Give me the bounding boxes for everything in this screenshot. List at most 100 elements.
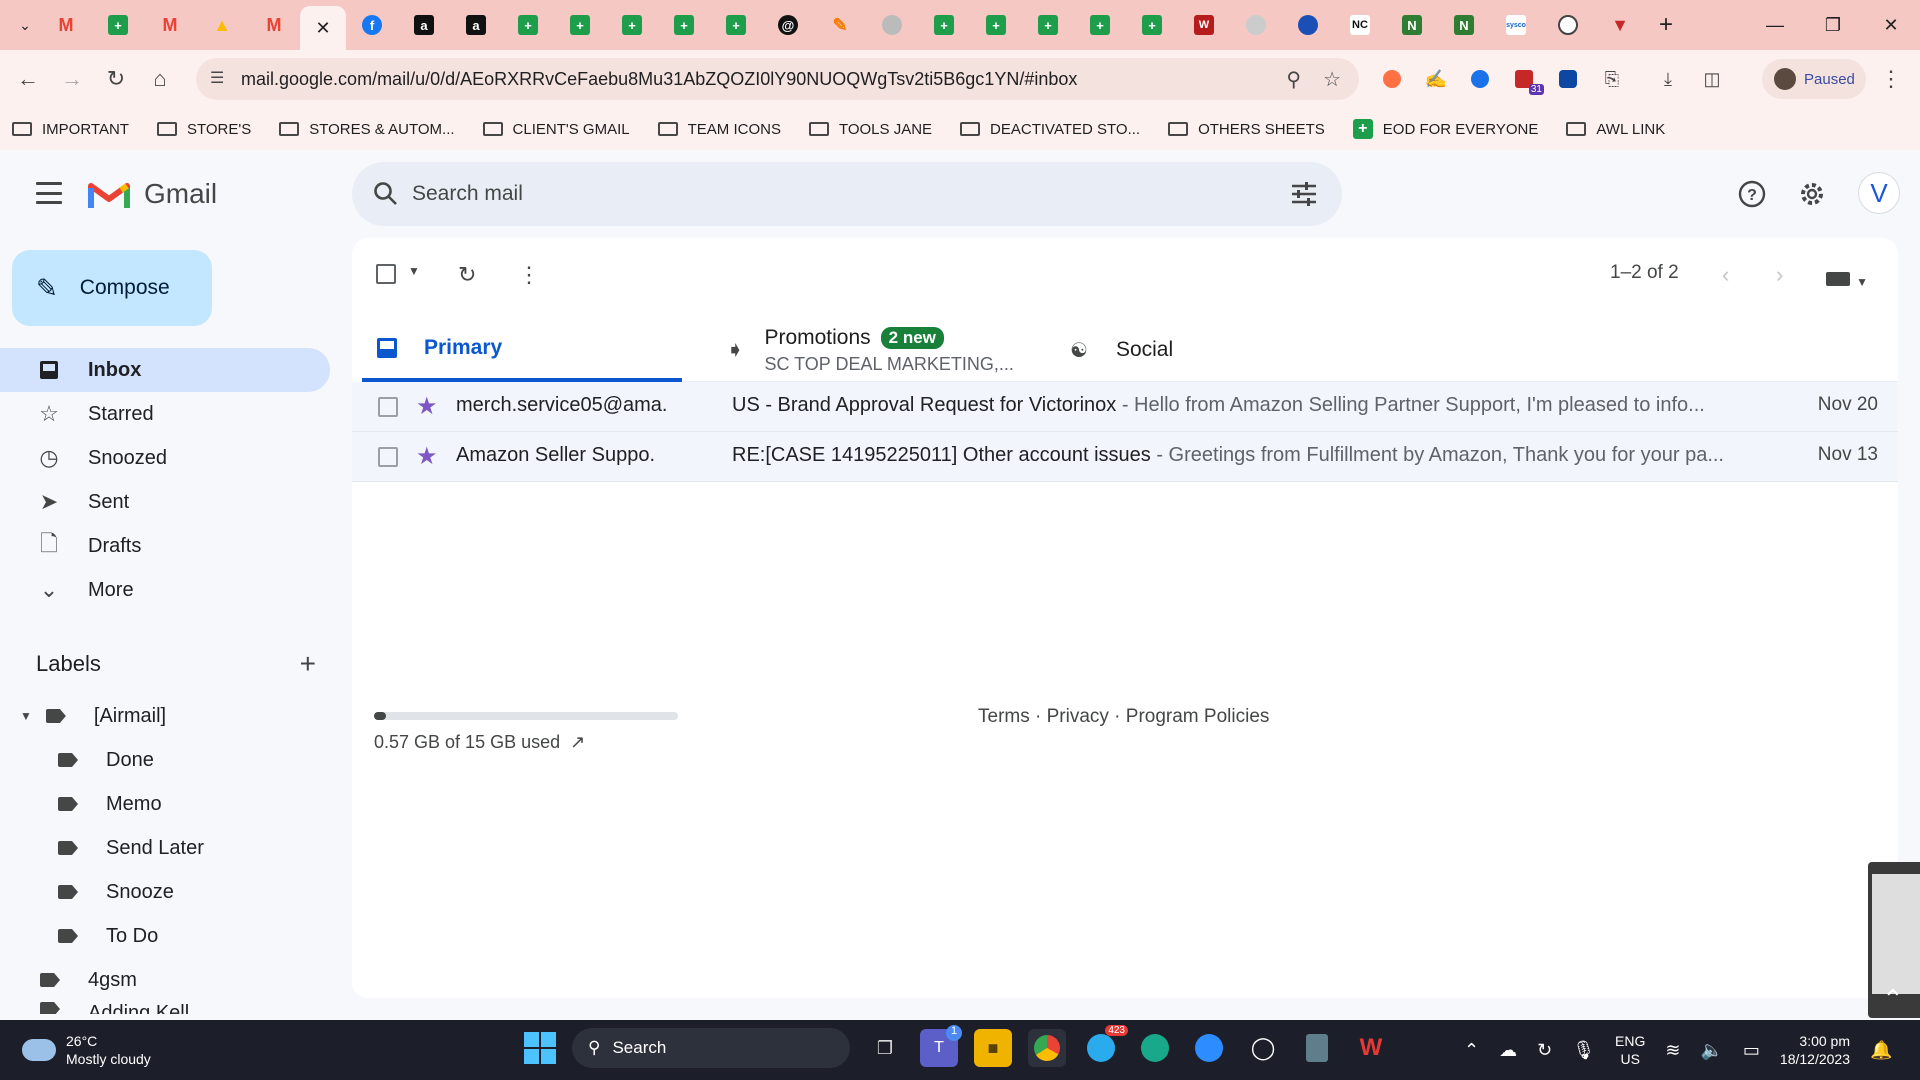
- task-view-icon[interactable]: ❐: [866, 1029, 904, 1067]
- tab-sheets-3[interactable]: +: [554, 0, 606, 50]
- email-row[interactable]: ★ merch.service05@ama. US - Brand Approv…: [352, 382, 1898, 432]
- tab-gmail-3[interactable]: M: [248, 0, 300, 50]
- tab-site-4[interactable]: N: [1438, 0, 1490, 50]
- bookmark-folder[interactable]: TEAM ICONS: [657, 121, 781, 138]
- row-checkbox[interactable]: [378, 397, 398, 417]
- extension-color-icon[interactable]: [1376, 63, 1408, 95]
- maps-pin-icon[interactable]: ◯: [1244, 1029, 1282, 1067]
- tab-primary[interactable]: Primary: [362, 318, 682, 382]
- tab-amazon-1[interactable]: a: [398, 0, 450, 50]
- tab-social[interactable]: ☯ Social: [1070, 318, 1370, 382]
- settings-gear-icon[interactable]: [1794, 176, 1830, 212]
- tab-threads[interactable]: @: [762, 0, 814, 50]
- account-avatar[interactable]: V: [1858, 172, 1900, 214]
- tab-drive[interactable]: ▲: [196, 0, 248, 50]
- profile-paused-button[interactable]: Paused: [1762, 59, 1866, 99]
- search-options-icon[interactable]: [1290, 180, 1318, 213]
- tab-gmail-active[interactable]: ✕: [300, 6, 346, 50]
- tab-amazon-2[interactable]: a: [450, 0, 502, 50]
- notifications-bell-icon[interactable]: 🔔: [1870, 1040, 1892, 1061]
- tab-gmail-2[interactable]: M: [144, 0, 196, 50]
- floating-thumbnail[interactable]: ⌃: [1868, 862, 1920, 1018]
- bookmark-star-icon[interactable]: ☆: [1323, 67, 1341, 92]
- new-tab-button[interactable]: +: [1646, 5, 1686, 45]
- tab-tool-1[interactable]: ✎: [814, 0, 866, 50]
- address-bar[interactable]: ☰ mail.google.com/mail/u/0/d/AEoRXRRvCeF…: [196, 58, 1359, 100]
- maximize-button[interactable]: ❐: [1804, 0, 1862, 50]
- label-item[interactable]: Snooze: [0, 870, 330, 914]
- nav-item-sent[interactable]: ➤ Sent: [0, 480, 330, 524]
- tab-facebook[interactable]: f: [346, 0, 398, 50]
- side-panel-icon[interactable]: ◫: [1696, 63, 1728, 95]
- search-icon[interactable]: [370, 178, 402, 210]
- home-button[interactable]: ⌂: [138, 57, 182, 101]
- tab-sysco[interactable]: sysco: [1490, 0, 1542, 50]
- tab-site-5[interactable]: [1542, 0, 1594, 50]
- extension-calendar-icon[interactable]: 31: [1508, 63, 1544, 95]
- url-text[interactable]: mail.google.com/mail/u/0/d/AEoRXRRvCeFae…: [241, 69, 1077, 90]
- bookmark-link[interactable]: + EOD FOR EVERYONE: [1352, 119, 1538, 139]
- microphone-icon[interactable]: 🎙: [1572, 1040, 1595, 1061]
- main-menu-icon[interactable]: [36, 182, 62, 204]
- label-item[interactable]: 4gsm: [0, 958, 330, 1002]
- tab-sheets-7[interactable]: +: [918, 0, 970, 50]
- back-button[interactable]: ←: [6, 57, 50, 101]
- tab-promotions[interactable]: ➧ Promotions 2 new SC TOP DEAL MARKETING…: [726, 318, 1026, 382]
- wifi-icon[interactable]: ≋: [1665, 1040, 1680, 1061]
- gmail-logo[interactable]: Gmail: [88, 178, 217, 210]
- tab-site-1[interactable]: [1230, 0, 1282, 50]
- label-item[interactable]: Adding Kell...: [0, 1002, 330, 1014]
- sync-icon[interactable]: ↻: [1537, 1040, 1552, 1061]
- bookmark-folder[interactable]: IMPORTANT: [12, 121, 129, 138]
- expand-up-icon[interactable]: ⌃: [1882, 984, 1904, 1015]
- close-icon[interactable]: ✕: [315, 18, 330, 39]
- extension-signature-icon[interactable]: ✍: [1420, 63, 1452, 95]
- label-item[interactable]: To Do: [0, 914, 330, 958]
- reload-button[interactable]: ↻: [94, 57, 138, 101]
- zoom-icon[interactable]: ⚲: [1286, 67, 1301, 92]
- chrome-icon[interactable]: [1028, 1029, 1066, 1067]
- speaker-muted-icon[interactable]: 🔈: [1700, 1040, 1722, 1061]
- open-external-icon[interactable]: ↗: [570, 732, 585, 753]
- tab-site-3[interactable]: N: [1386, 0, 1438, 50]
- tab-sheets-11[interactable]: +: [1126, 0, 1178, 50]
- select-dropdown-icon[interactable]: ▼: [408, 264, 420, 278]
- tab-sheets-1[interactable]: +: [92, 0, 144, 50]
- row-checkbox[interactable]: [378, 447, 398, 467]
- label-item[interactable]: Memo: [0, 782, 330, 826]
- add-label-icon[interactable]: +: [300, 648, 316, 680]
- tab-sheets-2[interactable]: +: [502, 0, 554, 50]
- star-icon[interactable]: ★: [416, 442, 438, 471]
- nav-item-drafts[interactable]: 🗋 Drafts: [0, 524, 330, 568]
- show-hidden-icons-icon[interactable]: ⌃: [1464, 1040, 1479, 1061]
- forward-button[interactable]: →: [50, 57, 94, 101]
- tab-gmail-1[interactable]: M: [40, 0, 92, 50]
- bookmark-folder[interactable]: TOOLS JANE: [808, 121, 932, 138]
- more-options-icon[interactable]: ⋮: [518, 262, 540, 288]
- close-window-button[interactable]: ✕: [1862, 0, 1920, 50]
- bookmark-folder[interactable]: STORES & AUTOM...: [279, 121, 455, 138]
- tab-sheets-4[interactable]: +: [606, 0, 658, 50]
- extensions-puzzle-icon[interactable]: ⎘: [1596, 63, 1628, 95]
- bookmark-folder[interactable]: CLIENT'S GMAIL: [482, 121, 630, 138]
- help-icon[interactable]: ?: [1734, 176, 1770, 212]
- tab-sheets-9[interactable]: +: [1022, 0, 1074, 50]
- footer-links[interactable]: Terms · Privacy · Program Policies: [978, 706, 1269, 728]
- bookmark-folder[interactable]: OTHERS SHEETS: [1168, 121, 1325, 138]
- bookmark-folder[interactable]: STORE'S: [156, 121, 251, 138]
- extension-blue-gear-icon[interactable]: [1464, 63, 1496, 95]
- tab-sheets-10[interactable]: +: [1074, 0, 1126, 50]
- onedrive-cloud-icon[interactable]: ☁: [1499, 1040, 1517, 1061]
- edge-icon[interactable]: [1136, 1029, 1174, 1067]
- tab-loading[interactable]: [866, 0, 918, 50]
- extension-grid-icon[interactable]: [1552, 63, 1584, 95]
- nav-item-inbox[interactable]: Inbox: [0, 348, 330, 392]
- compose-button[interactable]: ✎ Compose: [12, 250, 212, 326]
- minimize-button[interactable]: —: [1746, 0, 1804, 50]
- calculator-icon[interactable]: [1298, 1029, 1336, 1067]
- tab-site-6[interactable]: ▼: [1594, 0, 1646, 50]
- tab-sheets-6[interactable]: +: [710, 0, 762, 50]
- collapse-arrow-icon[interactable]: ▼: [20, 709, 32, 723]
- label-item[interactable]: Done: [0, 738, 330, 782]
- input-tools-keyboard-icon[interactable]: ▼: [1826, 266, 1868, 292]
